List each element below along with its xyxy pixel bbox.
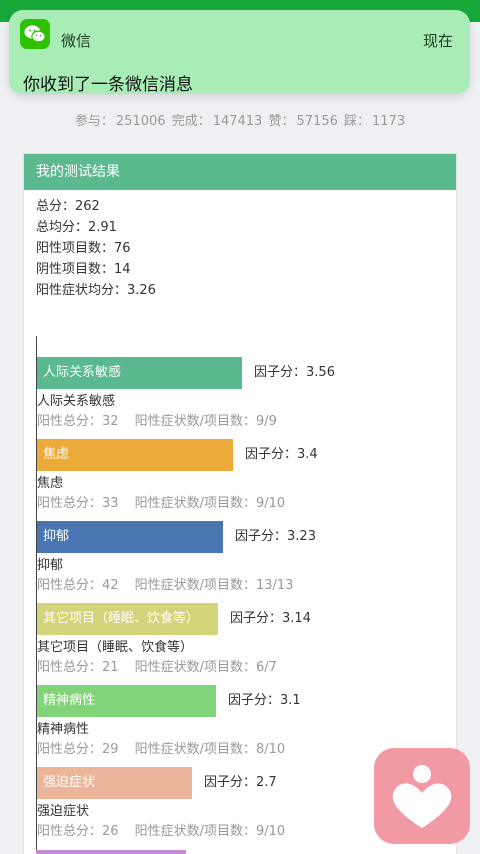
positive-total-value: 32 [102,414,119,429]
factor-score-value: 3.1 [280,693,301,708]
symptom-ratio-label: 阳性症状数/项目数： [134,578,256,593]
dislikes-label: 踩： [344,114,371,129]
symptom-ratio-value: 9/10 [255,824,286,839]
factor-detail: 阳性总分：29 阳性症状数/项目数：8/10 [37,738,285,757]
factor-score-value: 3.4 [297,447,318,462]
factor-row: 其它项目（睡眠、饮食等） 因子分：3.14 其它项目（睡眠、饮食等） 阳性总分：21 阳… [37,603,457,685]
test-stats: 参与： 251006 完成： 147413 赞： 57156 踩： 1173 [0,110,480,129]
participants-label: 参与： [74,114,114,129]
factor-bar: 其它项目（睡眠、饮食等） [37,603,218,635]
positive-total-value: 29 [102,742,119,757]
likes-count: 57156 [296,114,338,129]
factor-score: 因子分：3.4 [233,439,318,471]
factor-score-label: 因子分： [228,693,281,708]
factor-score: 因子分：3.56 [242,357,335,389]
symptom-ratio-value: 6/7 [255,660,277,675]
factor-score-label: 因子分： [230,611,283,626]
summary-positive-average: 阳性症状均分：3.26 [36,283,156,298]
factor-row: 人际关系敏感 因子分：3.56 人际关系敏感 阳性总分：32 阳性症状数/项目数：9/9 [37,357,457,439]
factor-detail: 阳性总分：42 阳性症状数/项目数：13/13 [37,574,293,593]
likes-label: 赞： [268,114,295,129]
factor-row: 抑郁 因子分：3.23 抑郁 阳性总分：42 阳性症状数/项目数：13/13 [37,521,457,603]
factor-detail: 阳性总分：21 阳性症状数/项目数：6/7 [37,656,277,675]
factor-detail: 阳性总分：33 阳性症状数/项目数：9/10 [37,492,285,511]
factor-score-label: 因子分： [235,529,288,544]
factor-score-label: 因子分： [254,365,307,380]
symptom-ratio-label: 阳性症状数/项目数： [134,660,256,675]
participants-count: 251006 [115,114,166,129]
factor-name: 抑郁 [37,558,64,573]
factor-bar: 焦虑 [37,439,233,471]
factor-score: 因子分：3.14 [218,603,311,635]
factor-score: 因子分：3.23 [223,521,316,553]
factor-score: 因子分：3.1 [216,685,301,717]
dislikes-count: 1173 [372,114,406,129]
heart-icon [392,765,452,828]
factor-name: 焦虑 [37,476,64,491]
symptom-ratio-label: 阳性症状数/项目数： [134,414,256,429]
symptom-ratio-value: 9/10 [255,496,286,511]
notification-banner[interactable]: 微信 现在 你收到了一条微信消息 [9,10,470,95]
factor-score: 因子分：2.7 [192,767,277,799]
summary-list: 总分：262 总均分：2.91 阳性项目数：76 阴性项目数：14 阳性症状均分… [36,196,156,301]
factor-score-label: 因子分： [204,775,257,790]
results-card-title: 我的测试结果 [24,154,456,190]
notification-time: 现在 [422,32,453,50]
factor-bar: 人际关系敏感 [37,357,242,389]
factor-score-value: 2.7 [256,775,277,790]
factor-row: 焦虑 因子分：3.4 焦虑 阳性总分：33 阳性症状数/项目数：9/10 [37,439,457,521]
wechat-icon [20,19,50,49]
symptom-ratio-value: 8/10 [255,742,286,757]
positive-total-label: 阳性总分： [37,742,103,757]
factor-score-value: 3.23 [287,529,316,544]
positive-total-value: 42 [102,578,119,593]
notification-message: 你收到了一条微信消息 [23,75,193,95]
summary-total-score: 总分：262 [36,199,100,214]
completed-label: 完成： [171,114,211,129]
summary-average-score: 总均分：2.91 [36,220,117,235]
symptom-ratio-label: 阳性症状数/项目数： [134,742,256,757]
factor-name: 其它项目（睡眠、饮食等） [37,640,194,655]
summary-negative-count: 阴性项目数：14 [36,262,131,277]
positive-total-value: 26 [102,824,119,839]
summary-positive-count: 阳性项目数：76 [36,241,131,256]
factor-name: 人际关系敏感 [37,394,116,409]
symptom-ratio-label: 阳性症状数/项目数： [134,496,256,511]
notification-app-name: 微信 [61,32,92,50]
heart-app-button[interactable] [374,748,470,844]
factor-detail: 阳性总分：26 阳性症状数/项目数：9/10 [37,820,285,839]
positive-total-value: 33 [102,496,119,511]
factor-bar: 强迫症状 [37,767,192,799]
partial-next-bar [36,850,186,854]
factor-detail: 阳性总分：32 阳性症状数/项目数：9/9 [37,410,277,429]
symptom-ratio-value: 13/13 [255,578,294,593]
positive-total-label: 阳性总分： [37,414,103,429]
factor-score-value: 3.14 [282,611,311,626]
factor-score-value: 3.56 [306,365,335,380]
positive-total-label: 阳性总分： [37,578,103,593]
positive-total-label: 阳性总分： [37,824,103,839]
factor-name: 强迫症状 [37,804,90,819]
factor-score-label: 因子分： [245,447,298,462]
positive-total-value: 21 [102,660,119,675]
factor-bar: 抑郁 [37,521,223,553]
symptom-ratio-label: 阳性症状数/项目数： [134,824,256,839]
positive-total-label: 阳性总分： [37,496,103,511]
factor-name: 精神病性 [37,722,90,737]
symptom-ratio-value: 9/9 [255,414,277,429]
completed-count: 147413 [212,114,263,129]
factor-bar: 精神病性 [37,685,216,717]
positive-total-label: 阳性总分： [37,660,103,675]
